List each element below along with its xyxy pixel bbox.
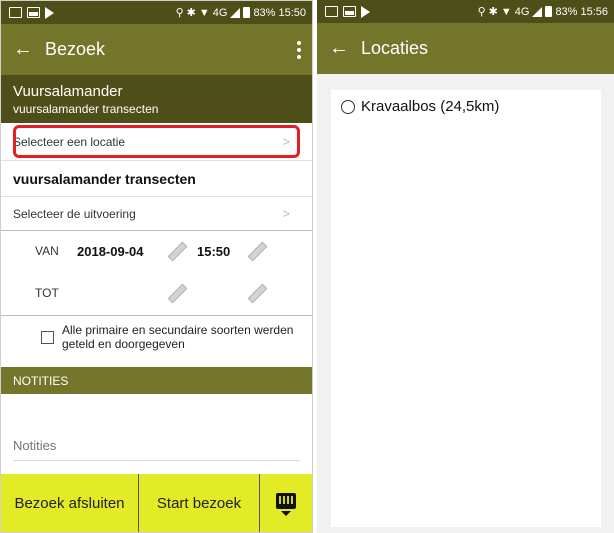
chevron-down-icon	[281, 510, 291, 516]
battery-icon	[243, 7, 251, 18]
to-label: TOT	[35, 286, 59, 300]
notes-underline	[13, 460, 300, 461]
clock: 15:56	[580, 5, 608, 18]
species-header: Vuursalamander vuursalamander transecten	[1, 75, 312, 123]
bluetooth-icon: ✱	[488, 6, 498, 18]
notes-section-title: NOTITIES	[13, 373, 69, 388]
from-row: VAN 2018-09-04 15:50	[1, 231, 312, 271]
select-execution-row[interactable]: Selecteer de uitvoering >	[1, 197, 312, 231]
notification-icon	[325, 6, 338, 17]
location-option[interactable]: Kravaalbos (24,5km)	[341, 98, 499, 115]
signal-icon	[230, 7, 241, 18]
more-vertical-icon[interactable]	[286, 40, 312, 59]
page-title: Locaties	[361, 38, 429, 58]
to-row: TOT	[1, 273, 312, 313]
from-label: VAN	[35, 244, 59, 258]
flag-icon	[361, 5, 370, 18]
battery-icon	[545, 6, 553, 17]
locations-screen: ⚲ ✱ ▼ 4G 83% 15:56 ← Locaties Kravaalbos…	[317, 0, 614, 533]
all-counted-label: Alle primaire en secundaire soorten werd…	[62, 323, 294, 351]
location-list: Kravaalbos (24,5km)	[331, 90, 601, 527]
status-bar: ⚲ ✱ ▼ 4G 83% 15:50	[1, 1, 312, 24]
keyboard-icon	[276, 492, 296, 509]
location-icon: ⚲	[477, 6, 486, 18]
location-label: Kravaalbos (24,5km)	[361, 98, 500, 115]
image-icon	[343, 6, 356, 17]
clock: 15:50	[278, 6, 306, 19]
edit-time-pencil-icon[interactable]	[247, 284, 265, 302]
notes-input[interactable]	[13, 438, 303, 453]
bottom-button-bar: Bezoek afsluiten Start bezoek	[1, 474, 312, 532]
wifi-icon: ▼	[198, 6, 210, 19]
project-row: vuursalamander transecten	[1, 161, 312, 197]
edit-date-pencil-icon[interactable]	[167, 242, 185, 260]
keyboard-toggle-button[interactable]	[260, 474, 312, 532]
flag-icon	[45, 6, 54, 19]
image-icon	[27, 7, 40, 18]
back-arrow-icon[interactable]: ←	[1, 38, 45, 61]
start-visit-button[interactable]: Start bezoek	[139, 474, 259, 532]
species-title: Vuursalamander	[13, 83, 123, 100]
app-bar: ← Locaties	[317, 23, 614, 74]
divider	[1, 315, 312, 316]
edit-time-pencil-icon[interactable]	[247, 242, 265, 260]
all-counted-checkbox[interactable]	[41, 331, 54, 344]
species-subtitle: vuursalamander transecten	[13, 102, 159, 116]
project-label: vuursalamander transecten	[13, 170, 196, 187]
back-arrow-icon[interactable]: ←	[317, 37, 361, 60]
page-title: Bezoek	[45, 39, 106, 59]
system-icons: ⚲ ✱ ▼ 4G 83% 15:56	[477, 5, 614, 19]
from-time[interactable]: 15:50	[197, 244, 230, 259]
chevron-right-icon: >	[282, 206, 290, 221]
from-date[interactable]: 2018-09-04	[77, 244, 144, 259]
edit-date-pencil-icon[interactable]	[167, 284, 185, 302]
notification-icons	[317, 5, 370, 18]
notification-icons	[1, 6, 54, 19]
battery-percent: 83%	[555, 5, 578, 18]
notes-section-header: NOTITIES	[1, 367, 312, 394]
location-icon: ⚲	[175, 7, 184, 19]
notes-area	[1, 394, 312, 474]
bluetooth-icon: ✱	[186, 7, 196, 19]
network-label: 4G	[212, 6, 228, 19]
radio-button[interactable]	[341, 99, 355, 114]
status-bar: ⚲ ✱ ▼ 4G 83% 15:56	[317, 0, 614, 23]
highlight-box	[13, 125, 300, 158]
visit-screen: ⚲ ✱ ▼ 4G 83% 15:50 ← Bezoek Vuursalamand…	[0, 0, 313, 533]
network-label: 4G	[514, 5, 530, 18]
battery-percent: 83%	[253, 6, 276, 19]
system-icons: ⚲ ✱ ▼ 4G 83% 15:50	[175, 6, 312, 20]
wifi-icon: ▼	[500, 5, 512, 18]
close-visit-button[interactable]: Bezoek afsluiten	[1, 474, 138, 532]
notification-icon	[9, 7, 22, 18]
signal-icon	[532, 6, 543, 17]
select-execution-label: Selecteer de uitvoering	[13, 206, 136, 221]
all-counted-checkbox-row[interactable]: Alle primaire en secundaire soorten werd…	[1, 317, 312, 363]
app-bar: ← Bezoek	[1, 24, 312, 75]
